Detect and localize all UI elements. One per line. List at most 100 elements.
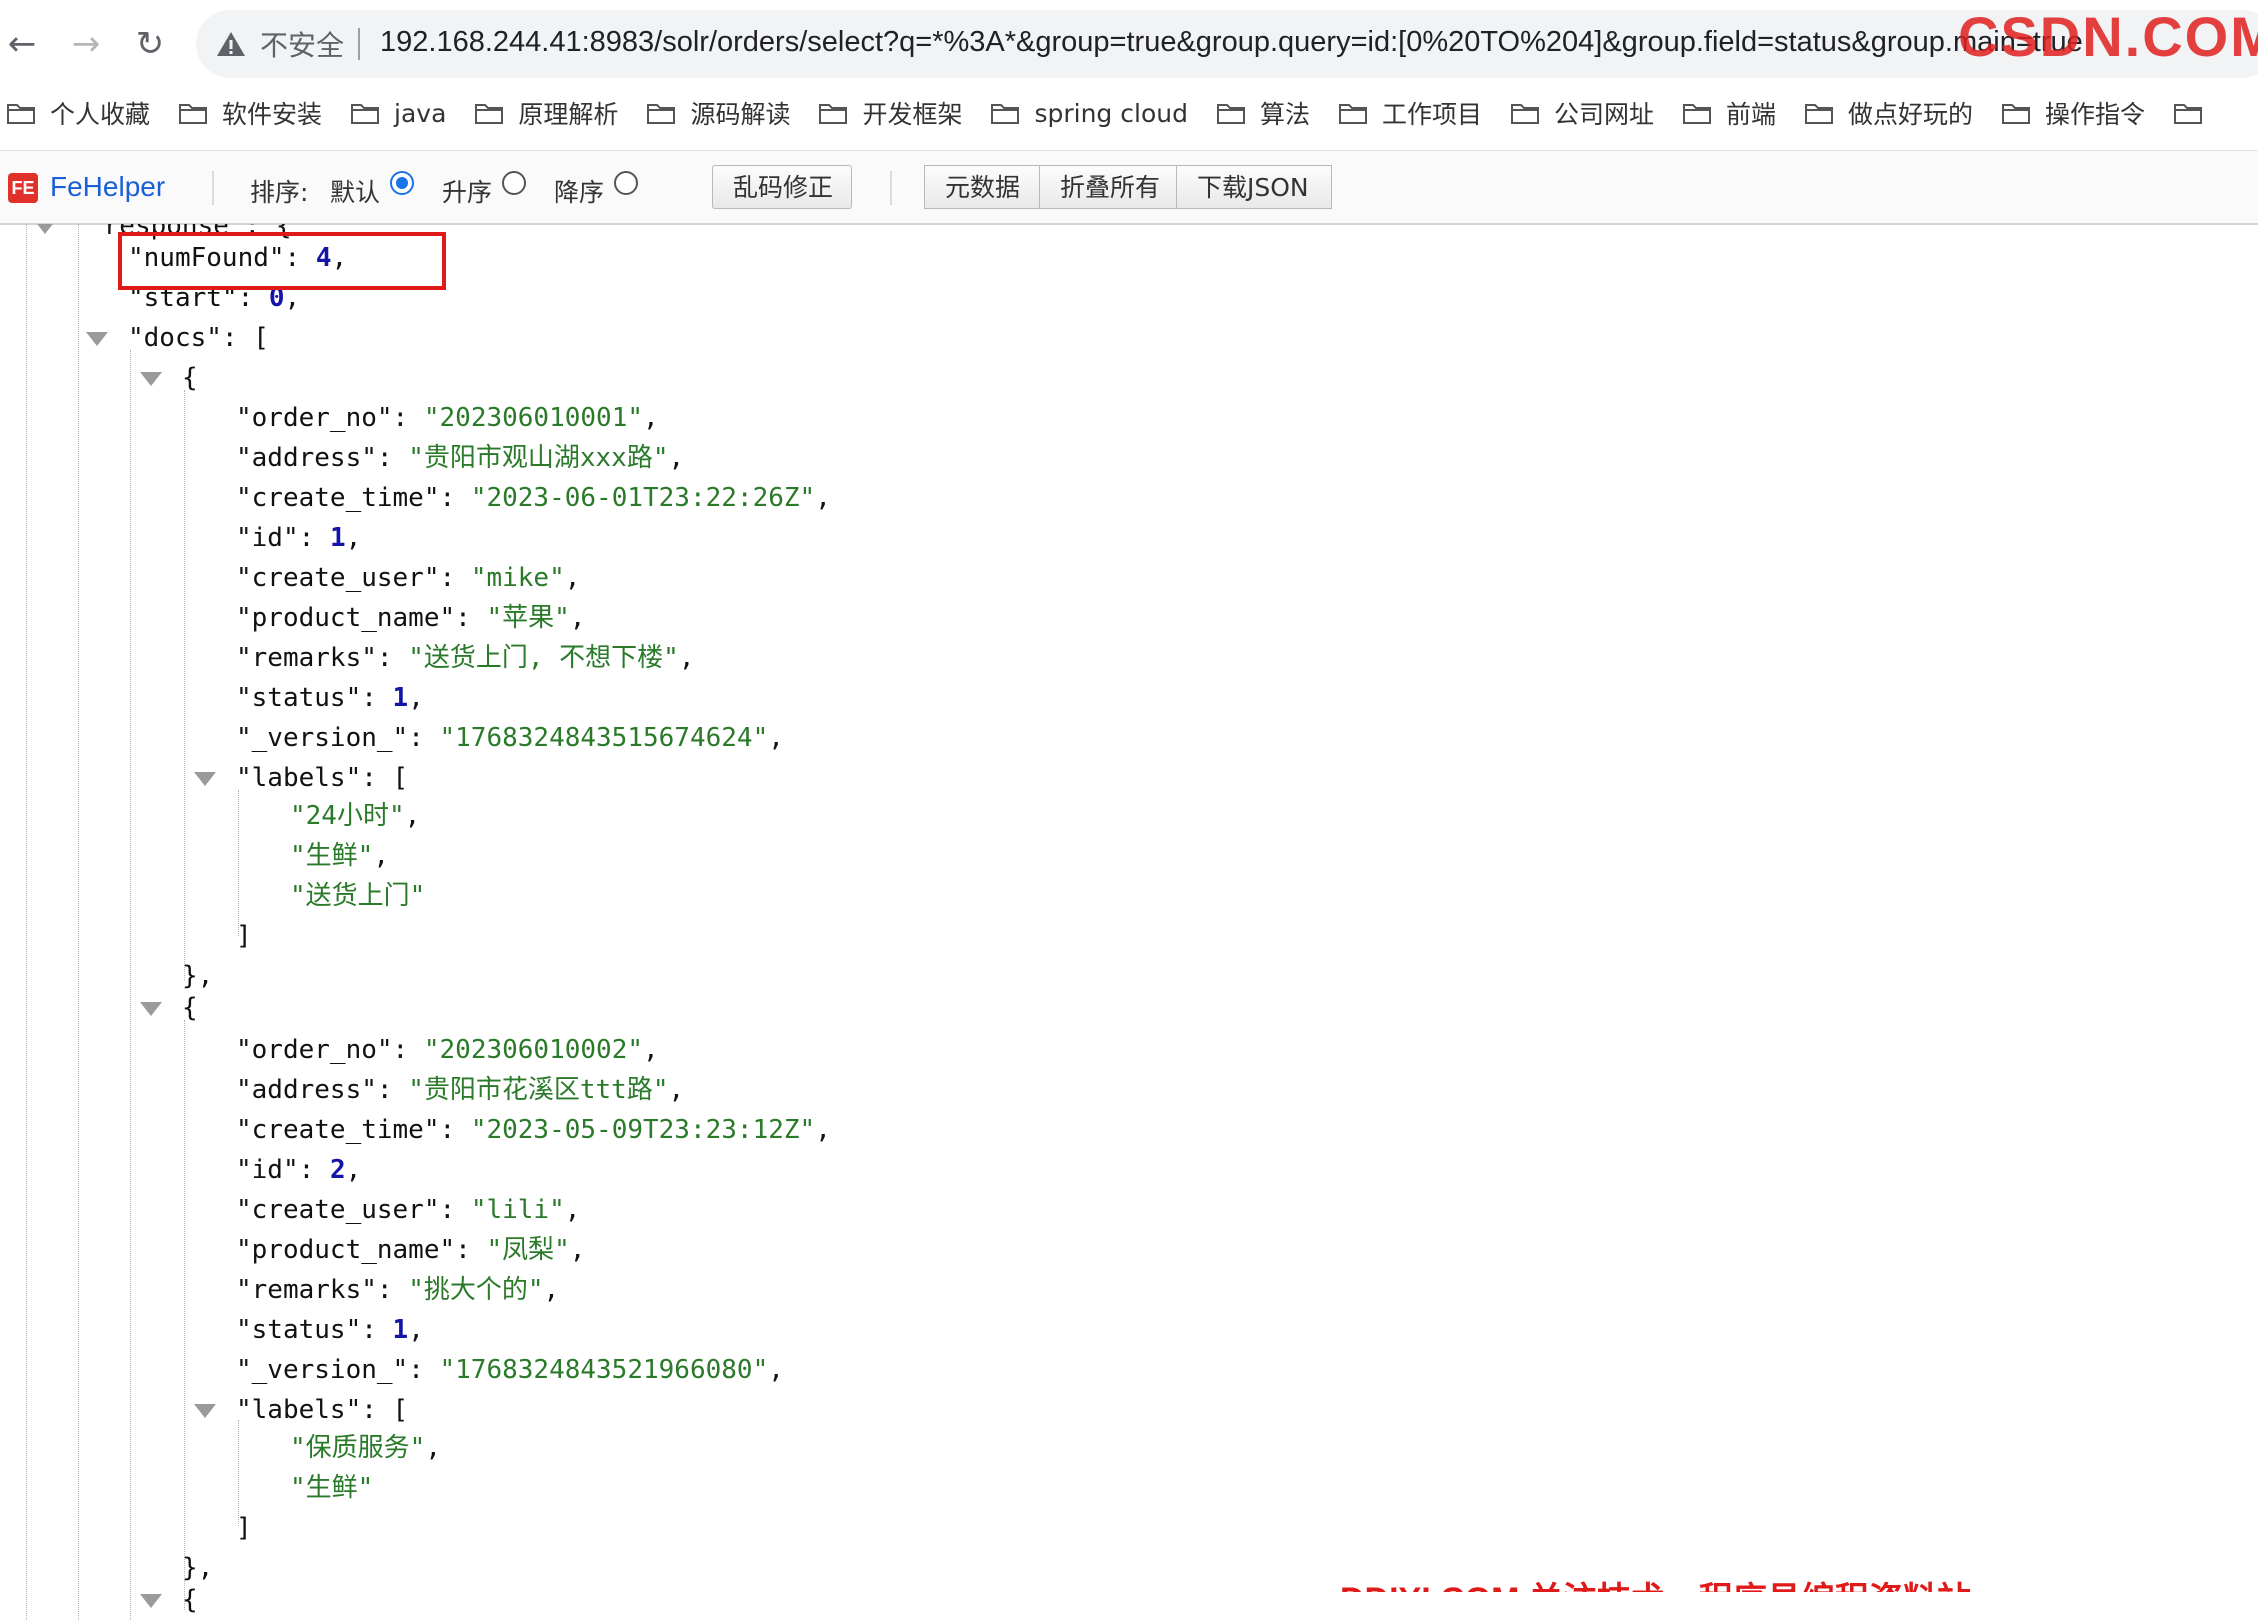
json-field-create-time: "create_time": "2023-06-01T23:22:26Z",: [236, 483, 831, 513]
fix-encoding-button[interactable]: 乱码修正: [712, 165, 852, 209]
fehelper-toolbar: FE FeHelper 排序: 默认 升序 降序 乱码修正 元数据 折叠所有 下…: [0, 150, 2258, 225]
json-docs-line: "docs": [: [128, 323, 269, 353]
arrow-right-icon[interactable]: →: [64, 22, 108, 66]
bookmark-folder[interactable]: java: [350, 99, 446, 128]
bookmark-label: 个人收藏: [50, 100, 151, 129]
tree-guide: [184, 390, 185, 980]
bookmark-folder[interactable]: 源码解读: [646, 95, 790, 131]
json-label-item: "保质服务",: [290, 1433, 441, 1463]
bookmark-label: 前端: [1726, 100, 1777, 129]
bookmark-folder[interactable]: [2173, 101, 2217, 125]
collapse-all-button[interactable]: 折叠所有: [1039, 165, 1177, 209]
json-brace: {: [182, 363, 198, 393]
tree-guide: [78, 224, 79, 1620]
sort-default-label[interactable]: 默认: [330, 173, 380, 209]
fehelper-name: FeHelper: [50, 171, 166, 202]
download-json-button[interactable]: 下载JSON: [1176, 165, 1332, 209]
json-field-create-user: "create_user": "lili",: [236, 1195, 581, 1225]
json-field-address: "address": "贵阳市花溪区ttt路",: [236, 1075, 685, 1105]
json-label-item: "生鲜",: [290, 841, 389, 871]
json-viewer: "response": { "numFound": 4, "start": 0,…: [0, 224, 2258, 1620]
folder-icon: [351, 104, 380, 124]
folder-icon: [2002, 104, 2031, 124]
folder-icon: [2174, 104, 2203, 124]
json-brace: {: [182, 1585, 198, 1615]
arrow-left-icon[interactable]: ←: [0, 22, 44, 66]
bookmark-label: 源码解读: [690, 100, 791, 129]
address-bar[interactable]: 不安全 192.168.244.41:8983/solr/orders/sele…: [196, 10, 2258, 78]
folder-icon: [1683, 104, 1711, 124]
bookmark-label: 公司网址: [1553, 100, 1654, 129]
json-field-product-name: "product_name": "凤梨",: [236, 1235, 586, 1265]
folder-icon: [1338, 104, 1367, 124]
folder-icon: [7, 104, 35, 124]
fehelper-logo-icon: FE: [8, 173, 38, 203]
browser-toolbar: ← → ↻ 不安全 192.168.244.41:8983/solr/order…: [0, 0, 2258, 88]
bookmark-folder[interactable]: 做点好玩的: [1804, 95, 1973, 131]
json-field-id: "id": 1,: [236, 523, 362, 553]
json-label-item: "生鲜": [290, 1473, 374, 1503]
json-field-labels: "labels": [: [236, 1395, 409, 1425]
bookmark-label: 工作项目: [1381, 100, 1482, 129]
bookmark-folder[interactable]: 工作项目: [1338, 95, 1482, 131]
bookmark-label: 开发框架: [862, 100, 963, 129]
bookmark-folder[interactable]: 公司网址: [1510, 95, 1654, 131]
sort-asc-label[interactable]: 升序: [442, 173, 492, 209]
bookmark-folder[interactable]: 前端: [1682, 95, 1776, 131]
collapse-triangle-icon[interactable]: [140, 1594, 162, 1608]
collapse-triangle-icon[interactable]: [140, 1002, 162, 1016]
json-field-remarks: "remarks": "送货上门, 不想下楼",: [236, 643, 695, 673]
json-field-id: "id": 2,: [236, 1155, 362, 1185]
folder-icon: [991, 104, 1020, 124]
numfound-highlight-box: [118, 232, 446, 290]
collapse-triangle-icon[interactable]: [194, 772, 216, 786]
sort-default-radio[interactable]: [390, 171, 414, 195]
bookmark-folder[interactable]: 原理解析: [474, 95, 618, 131]
omnibox-divider: [358, 28, 360, 60]
bookmark-folder[interactable]: 个人收藏: [6, 95, 150, 131]
bookmark-folder[interactable]: 算法: [1216, 95, 1310, 131]
bookmark-label: 做点好玩的: [1848, 100, 1974, 129]
sort-desc-radio[interactable]: [614, 171, 638, 195]
json-field-order-no: "order_no": "202306010001",: [236, 403, 659, 433]
watermark-top: CSDN.COM: [1958, 5, 2258, 64]
sort-asc-radio[interactable]: [502, 171, 526, 195]
tree-guide: [238, 790, 239, 936]
bookmark-label: java: [394, 98, 447, 128]
json-field-status: "status": 1,: [236, 1315, 424, 1345]
json-label-item: "送货上门": [290, 881, 426, 911]
json-field-version: "_version_": "1768324843521966080",: [236, 1355, 784, 1385]
json-label-item: "24小时",: [290, 801, 421, 831]
json-brace: {: [182, 993, 198, 1023]
folder-icon: [1510, 104, 1539, 124]
bookmark-folder[interactable]: 操作指令: [2001, 95, 2145, 131]
url-host: 192.168.244.41: [380, 26, 582, 58]
bookmark-folder[interactable]: 软件安装: [178, 95, 322, 131]
sort-desc-label[interactable]: 降序: [554, 173, 604, 209]
json-bracket: ]: [236, 921, 252, 951]
json-field-version: "_version_": "1768324843515674624",: [236, 723, 784, 753]
bookmark-label: spring cloud: [1034, 98, 1188, 128]
collapse-triangle-icon[interactable]: [34, 224, 56, 234]
json-field-status: "status": 1,: [236, 683, 424, 713]
watermark-bottom: DDIYI.COM 关注技术，程序员编程资料站: [1340, 1572, 2258, 1592]
bookmark-folder[interactable]: spring cloud: [990, 98, 1188, 128]
folder-icon: [1216, 104, 1245, 124]
json-field-product-name: "product_name": "苹果",: [236, 603, 586, 633]
collapse-triangle-icon[interactable]: [194, 1404, 216, 1418]
json-field-create-time: "create_time": "2023-05-09T23:23:12Z",: [236, 1115, 831, 1145]
toolbar-divider: [890, 171, 892, 205]
collapse-triangle-icon[interactable]: [86, 332, 108, 346]
bookmark-label: 算法: [1259, 100, 1310, 129]
json-field-address: "address": "贵阳市观山湖xxx路",: [236, 443, 685, 473]
reload-icon[interactable]: ↻: [128, 22, 172, 66]
tree-guide: [184, 1020, 185, 1610]
collapse-triangle-icon[interactable]: [140, 372, 162, 386]
metadata-button[interactable]: 元数据: [924, 165, 1040, 209]
warning-triangle-icon[interactable]: [216, 30, 246, 58]
bookmark-label: 软件安装: [222, 100, 323, 129]
bookmark-folder[interactable]: 开发框架: [818, 95, 962, 131]
folder-icon: [179, 104, 208, 124]
json-bracket: ]: [236, 1513, 252, 1543]
security-label[interactable]: 不安全: [260, 24, 344, 64]
